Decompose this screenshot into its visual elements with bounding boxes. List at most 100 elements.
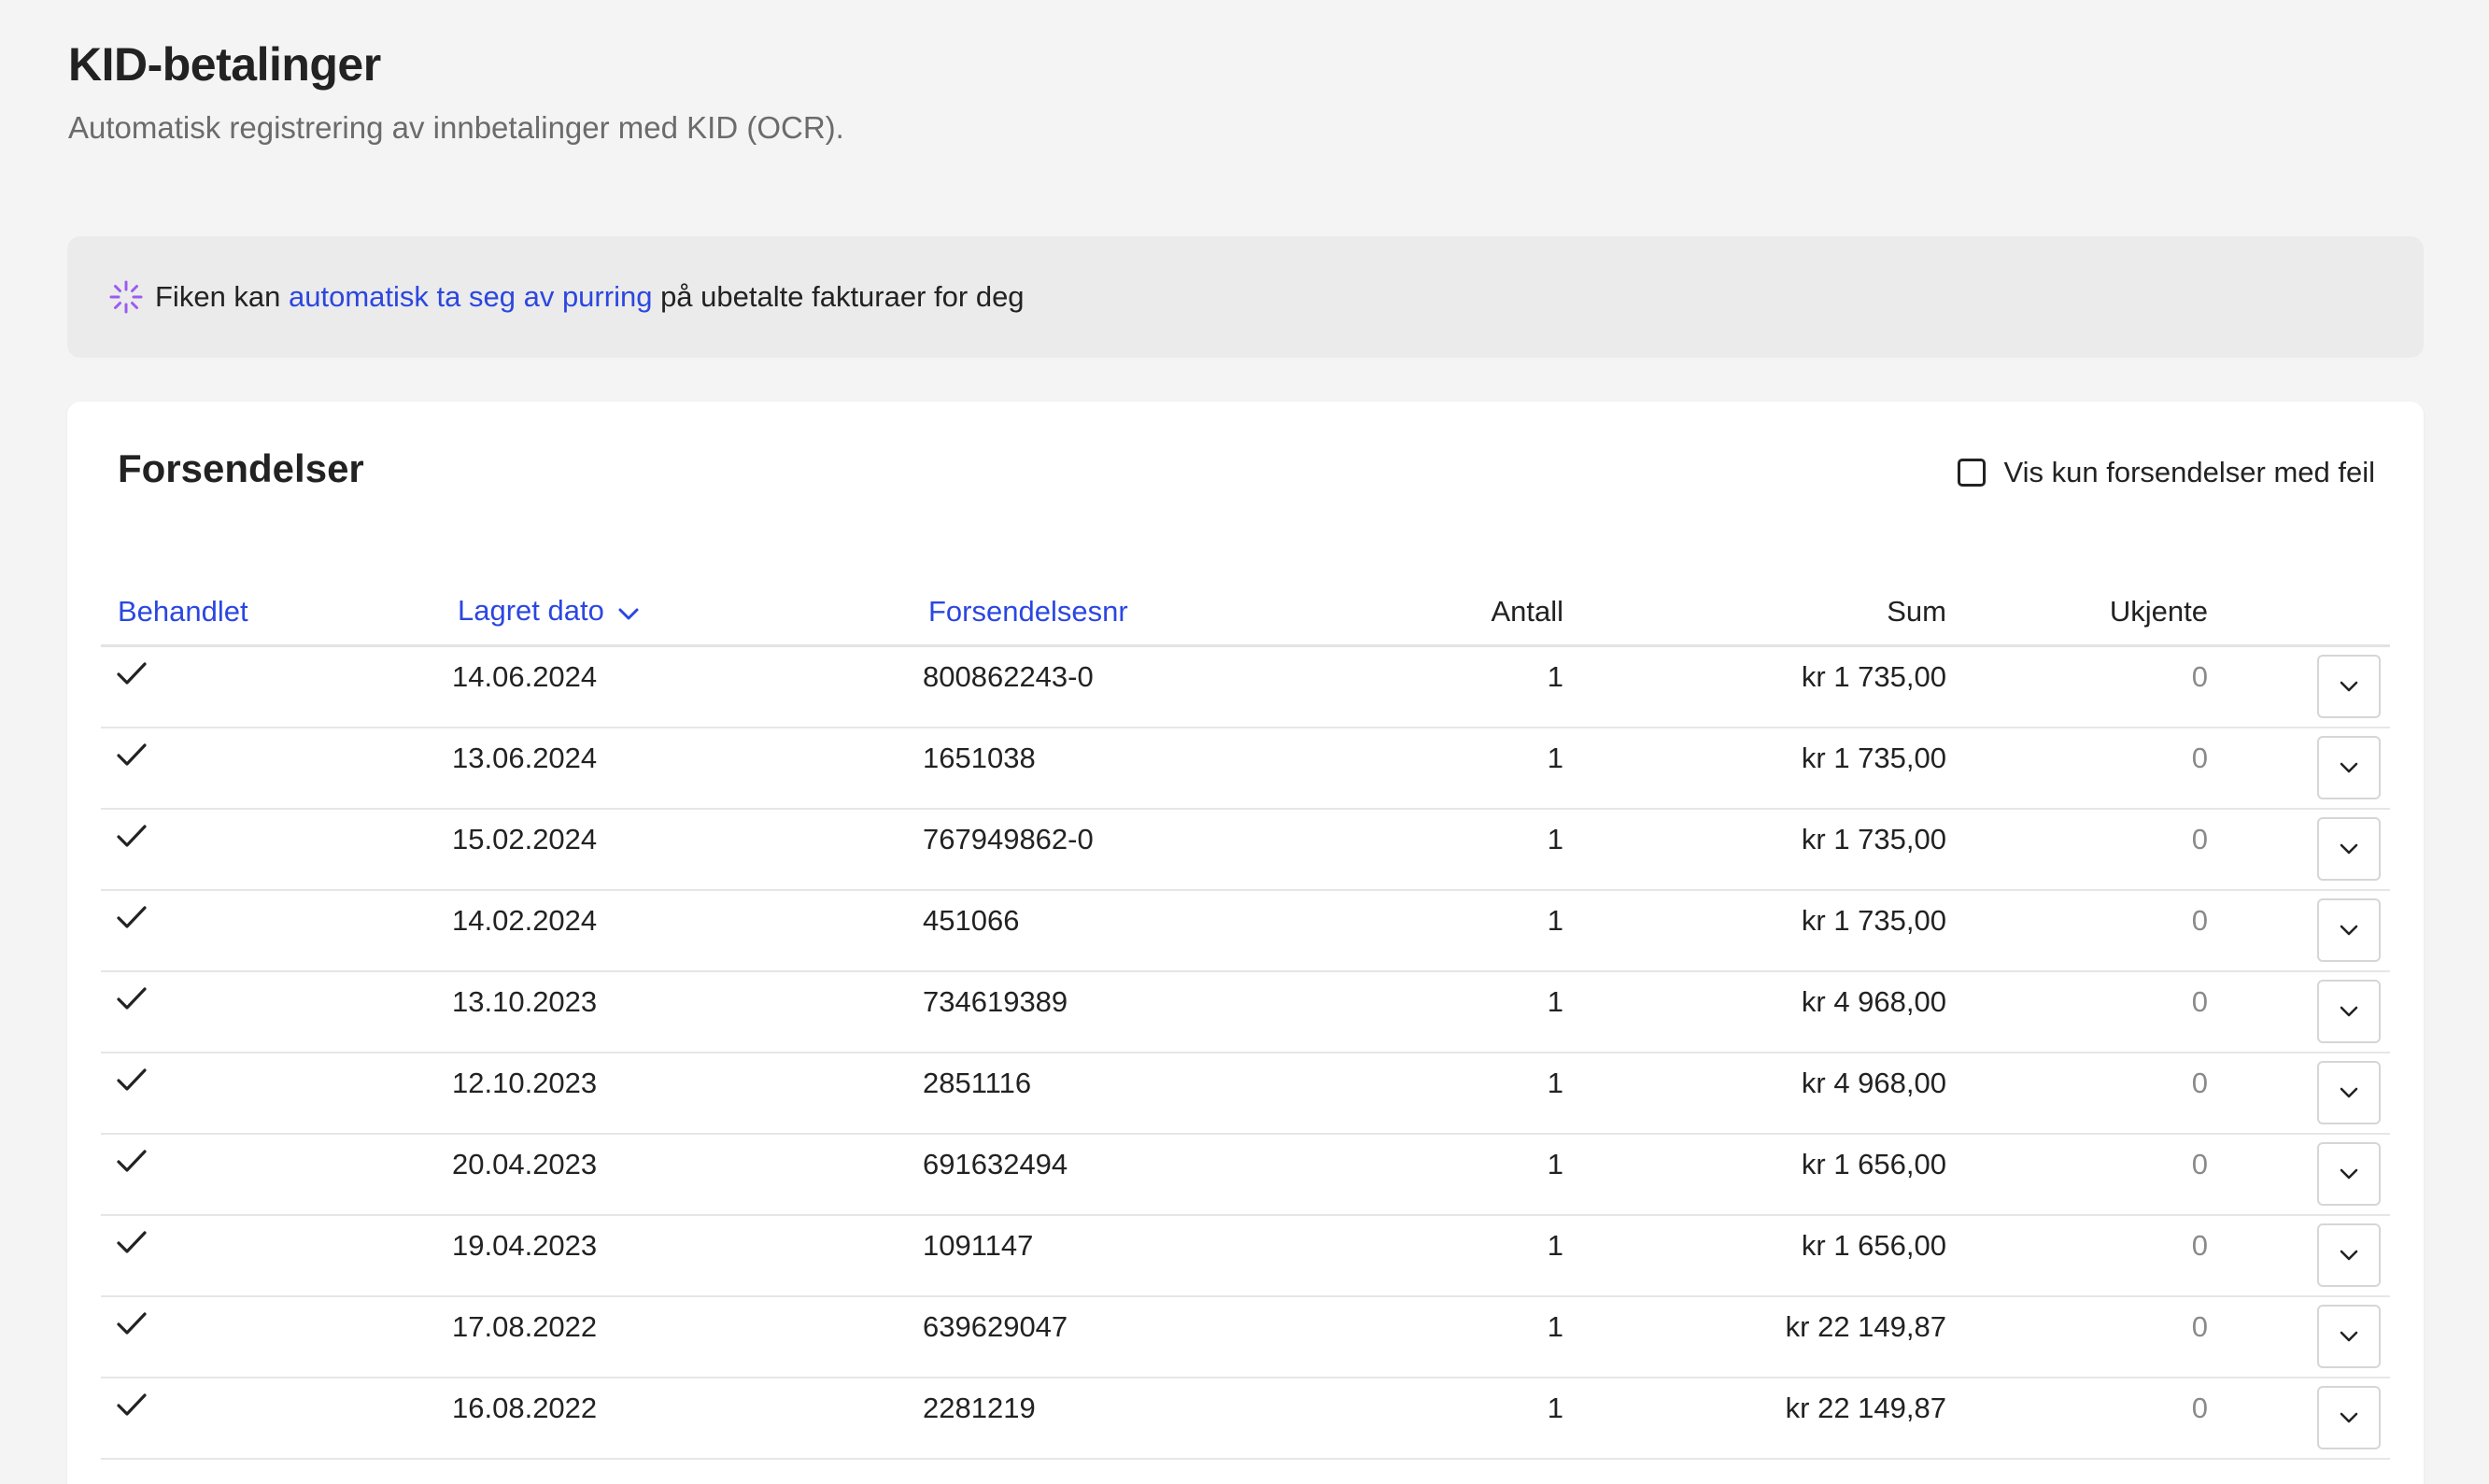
behandlet-cell [101,889,452,972]
error-filter-checkbox[interactable]: Vis kun forsendelser med feil [1957,456,2375,489]
antall-cell: 1 [1433,808,1563,891]
table-row: 15.02.2024 767949862-0 1 kr 1 735,00 0 [101,808,2390,891]
column-header-antall: Antall [1433,579,1563,647]
forsendelsesnr-cell: 1091147 [923,1214,1433,1297]
actions-cell [2208,1052,2390,1135]
ukjente-cell: 0 [1946,1214,2208,1297]
sum-cell: kr 1 735,00 [1563,727,1946,810]
info-banner: Fiken kan automatisk ta seg av purring p… [67,236,2424,358]
table-row: 13.10.2023 734619389 1 kr 4 968,00 0 [101,970,2390,1053]
purring-link[interactable]: automatisk ta seg av purring [289,280,652,314]
expand-row-button[interactable] [2317,1304,2381,1368]
table-row: 17.08.2022 639629047 1 kr 22 149,87 0 [101,1295,2390,1378]
table-row: 14.06.2024 800862243-0 1 kr 1 735,00 0 [101,645,2390,728]
actions-cell [2208,1214,2390,1297]
behandlet-cell [101,1133,452,1216]
chevron-down-icon [617,596,640,629]
sum-cell: kr 22 149,87 [1563,1295,1946,1378]
banner-text-before: Fiken kan [155,280,290,313]
ukjente-cell: 0 [1946,1295,2208,1378]
expand-row-button[interactable] [2317,816,2381,881]
behandlet-cell [101,1214,452,1297]
behandlet-cell [101,645,452,728]
ukjente-cell: 0 [1946,645,2208,728]
column-header-forsendelsesnr[interactable]: Forsendelsesnr [923,579,1433,647]
lagret-dato-cell: 12.10.2023 [452,1052,923,1135]
checkmark-icon [116,660,148,688]
forsendelsesnr-cell: 639629047 [923,1295,1433,1378]
sum-cell: kr 4 968,00 [1563,1052,1946,1135]
forsendelsesnr-cell: 691632494 [923,1133,1433,1216]
behandlet-cell [101,970,452,1053]
table-row: 20.04.2023 691632494 1 kr 1 656,00 0 [101,1133,2390,1216]
expand-row-button[interactable] [2317,1141,2381,1206]
chevron-down-icon [2340,843,2358,854]
checkmark-icon [116,904,148,932]
ukjente-cell: 0 [1946,1377,2208,1460]
lagret-dato-cell: 17.08.2022 [452,1295,923,1378]
expand-row-button[interactable] [2317,1223,2381,1287]
expand-row-button[interactable] [2317,979,2381,1043]
chevron-down-icon [2340,1412,2358,1422]
expand-row-button[interactable] [2317,1385,2381,1449]
sum-cell: kr 1 656,00 [1563,1214,1946,1297]
table-row: 14.02.2024 451066 1 kr 1 735,00 0 [101,889,2390,972]
lagret-dato-cell: 14.06.2024 [452,645,923,728]
sum-cell: kr 1 735,00 [1563,889,1946,972]
behandlet-cell [101,808,452,891]
chevron-down-icon [2340,1331,2358,1341]
checkbox-icon[interactable] [1957,459,1986,487]
antall-cell: 1 [1433,1214,1563,1297]
sum-cell: kr 4 968,00 [1563,970,1946,1053]
expand-row-button[interactable] [2317,897,2381,962]
page-subtitle: Automatisk registrering av innbetalinger… [68,110,844,145]
forsendelsesnr-cell: 800862243-0 [923,645,1433,728]
antall-cell: 1 [1433,889,1563,972]
antall-cell: 1 [1433,970,1563,1053]
column-header-actions [2208,579,2390,647]
antall-cell: 1 [1433,1295,1563,1378]
page: KID-betalinger Automatisk registrering a… [0,0,2489,1484]
ukjente-cell: 0 [1946,970,2208,1053]
table-row: 16.08.2022 2281219 1 kr 22 149,87 0 [101,1377,2390,1460]
chevron-down-icon [2340,1168,2358,1179]
sum-cell: kr 1 735,00 [1563,645,1946,728]
expand-row-button[interactable] [2317,655,2381,718]
chevron-down-icon [2340,925,2358,935]
card-title: Forsendelser [118,446,364,490]
antall-cell: 1 [1433,1377,1563,1460]
lagret-dato-cell: 13.06.2024 [452,727,923,810]
checkmark-icon [116,742,148,770]
actions-cell [2208,1377,2390,1460]
antall-cell: 1 [1433,1052,1563,1135]
column-header-behandlet[interactable]: Behandlet [101,579,452,647]
behandlet-cell [101,1295,452,1378]
chevron-down-icon [2340,1006,2358,1016]
sum-cell: kr 1 735,00 [1563,808,1946,891]
checkmark-icon [116,1067,148,1095]
chevron-down-icon [2340,1250,2358,1260]
column-header-lagret-dato[interactable]: Lagret dato [452,579,923,647]
actions-cell [2208,1133,2390,1216]
actions-cell [2208,1295,2390,1378]
sum-cell: kr 1 656,00 [1563,1133,1946,1216]
table-row: 12.10.2023 2851116 1 kr 4 968,00 0 [101,1052,2390,1135]
lagret-dato-cell: 19.04.2023 [452,1214,923,1297]
table-row: 19.04.2023 1091147 1 kr 1 656,00 0 [101,1214,2390,1297]
ukjente-cell: 0 [1946,1133,2208,1216]
lagret-dato-cell: 13.10.2023 [452,970,923,1053]
table-row: 13.06.2024 1651038 1 kr 1 735,00 0 [101,727,2390,810]
expand-row-button[interactable] [2317,1060,2381,1124]
column-header-lagret-dato-label: Lagret dato [458,594,604,628]
ukjente-cell: 0 [1946,1052,2208,1135]
page-title: KID-betalinger [68,38,381,91]
forsendelsesnr-cell: 734619389 [923,970,1433,1053]
error-filter-label: Vis kun forsendelser med feil [2003,456,2375,488]
behandlet-cell [101,1052,452,1135]
lagret-dato-cell: 16.08.2022 [452,1377,923,1460]
sparkle-icon [108,279,144,315]
chevron-down-icon [2340,762,2358,772]
checkmark-icon [116,1148,148,1176]
actions-cell [2208,889,2390,972]
expand-row-button[interactable] [2317,735,2381,799]
